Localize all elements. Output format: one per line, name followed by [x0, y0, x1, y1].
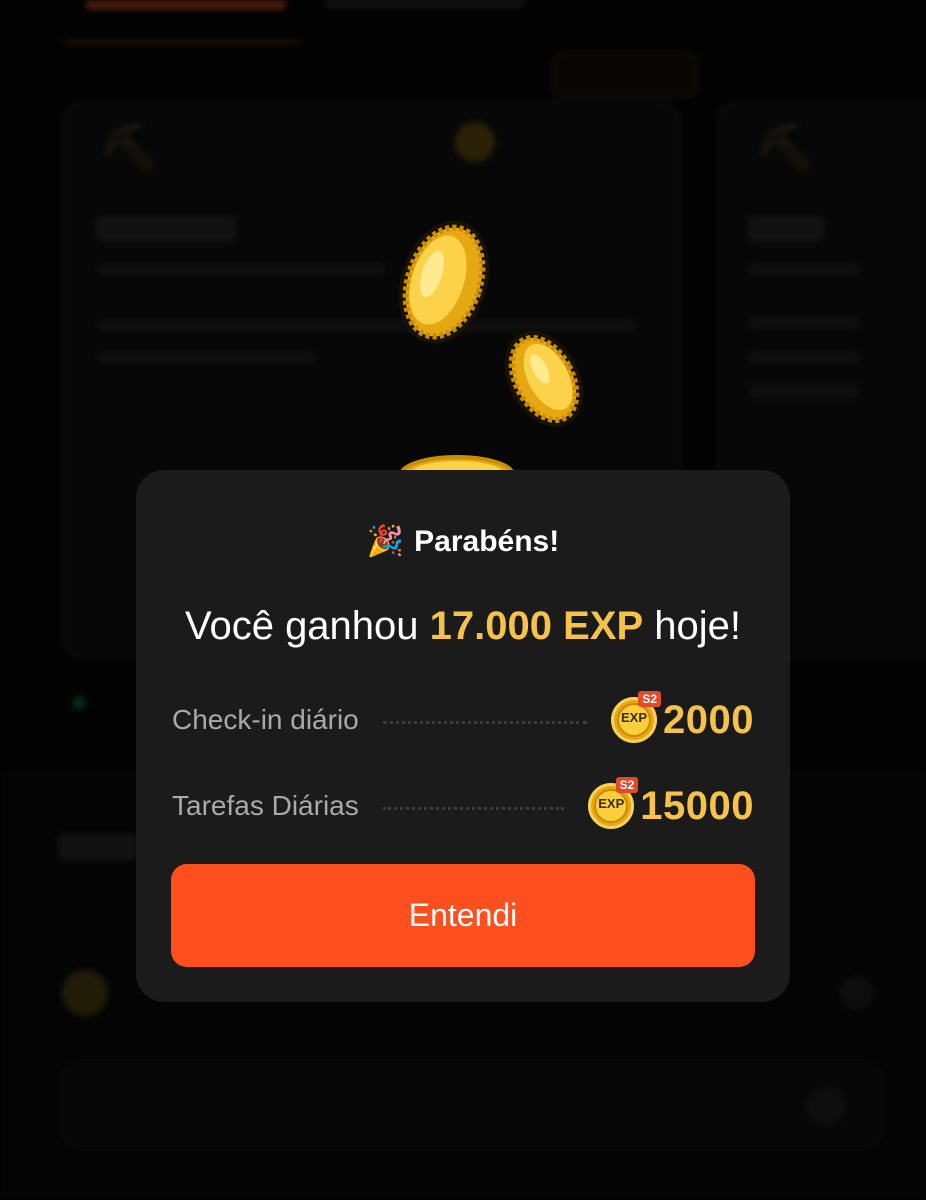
reward-label: Check-in diário [172, 704, 359, 735]
reward-label: Tarefas Diárias [172, 790, 359, 821]
gold-coin-2 [504, 331, 584, 427]
dotted-leader [382, 806, 565, 810]
dotted-leader [382, 720, 588, 724]
reward-value: EXP S2 15000 [588, 777, 754, 829]
party-popper-icon: 🎉 [366, 525, 405, 558]
headline-suffix: hoje! [643, 604, 742, 648]
reward-value: EXP S2 2000 [611, 691, 754, 743]
modal-title: 🎉 Parabéns! [0, 524, 926, 559]
reward-row-checkin: Check-in diário EXP S2 2000 [172, 691, 754, 746]
modal-title-text: Parabéns! [414, 524, 560, 558]
exp-coin-icon: EXP S2 [588, 777, 639, 829]
reward-row-daily-tasks: Tarefas Diárias EXP S2 15000 [172, 777, 754, 832]
confirm-button[interactable]: Entendi [171, 864, 755, 967]
headline-amount: 17.000 EXP [429, 604, 644, 648]
page: ⛏ ⛏ 🎉 Parabéns! Você ganhou 17.000 EXP h… [0, 0, 926, 1200]
gold-coin-1 [398, 220, 490, 344]
headline-prefix: Você ganhou [184, 604, 430, 648]
reward-amount: 15000 [640, 783, 754, 828]
exp-coin-icon: EXP S2 [611, 691, 662, 743]
reward-amount: 2000 [663, 697, 754, 742]
earned-headline: Você ganhou 17.000 EXP hoje! [0, 604, 926, 649]
